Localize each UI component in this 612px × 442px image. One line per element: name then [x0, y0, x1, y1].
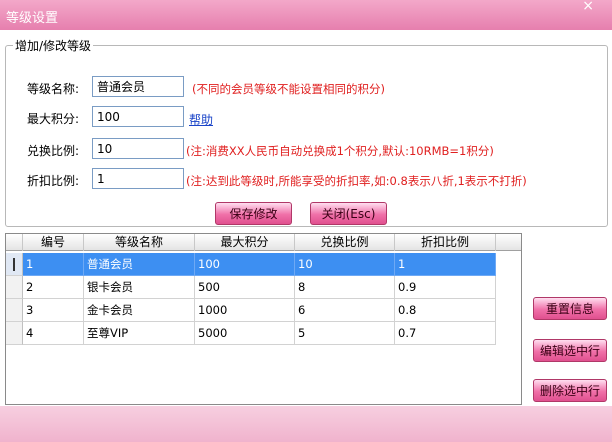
save-button[interactable]: 保存修改	[215, 202, 292, 225]
column-header-max-points[interactable]: 最大积分	[195, 234, 295, 251]
delete-selected-row-button[interactable]: 删除选中行	[533, 379, 607, 402]
column-header-id[interactable]: 编号	[23, 234, 84, 251]
level-name-label: 等级名称:	[27, 82, 80, 96]
cell-name[interactable]: 至尊VIP	[84, 322, 195, 345]
row-header[interactable]	[6, 299, 23, 322]
reset-info-button[interactable]: 重置信息	[533, 297, 607, 320]
main-content: 增加/修改等级 等级名称: (不同的会员等级不能设置相同的积分) 最大积分: 帮…	[0, 30, 612, 406]
exchange-ratio-hint: (注:消费XX人民币自动兑换成1个积分,默认:10RMB=1积分)	[186, 144, 494, 158]
cell-id[interactable]: 3	[23, 299, 84, 322]
cell-name[interactable]: 金卡会员	[84, 299, 195, 322]
edit-selected-row-button[interactable]: 编辑选中行	[533, 339, 607, 362]
row-header-corner	[6, 234, 23, 251]
table-row[interactable]: 1 普通会员 100 10 1	[6, 253, 521, 276]
title-bar: 等级设置 ×	[0, 0, 612, 30]
cell-discount-ratio[interactable]: 0.9	[395, 276, 496, 299]
help-link[interactable]: 帮助	[189, 111, 213, 128]
level-table[interactable]: 编号 等级名称 最大积分 兑换比例 折扣比例 1 普通会员 100 10 1 2…	[5, 233, 522, 405]
column-header-discount-ratio[interactable]: 折扣比例	[395, 234, 496, 251]
column-header-name[interactable]: 等级名称	[84, 234, 195, 251]
cell-exchange-ratio[interactable]: 6	[295, 299, 395, 322]
row-header[interactable]	[6, 276, 23, 299]
row-header[interactable]	[6, 322, 23, 345]
max-points-input[interactable]	[92, 106, 184, 127]
edit-level-group: 增加/修改等级 等级名称: (不同的会员等级不能设置相同的积分) 最大积分: 帮…	[5, 37, 608, 227]
column-header-exchange-ratio[interactable]: 兑换比例	[295, 234, 395, 251]
discount-ratio-input[interactable]	[92, 168, 184, 189]
close-button[interactable]: 关闭(Esc)	[310, 202, 387, 225]
discount-ratio-label: 折扣比例:	[27, 174, 80, 188]
cell-exchange-ratio[interactable]: 8	[295, 276, 395, 299]
cell-max-points[interactable]: 5000	[195, 322, 295, 345]
table-row[interactable]: 4 至尊VIP 5000 5 0.7	[6, 322, 521, 345]
window-title: 等级设置	[6, 11, 59, 26]
cell-id[interactable]: 2	[23, 276, 84, 299]
bottom-bar	[0, 406, 612, 442]
row-header[interactable]	[6, 253, 23, 276]
cell-discount-ratio[interactable]: 0.8	[395, 299, 496, 322]
cell-max-points[interactable]: 500	[195, 276, 295, 299]
cell-discount-ratio[interactable]: 0.7	[395, 322, 496, 345]
discount-ratio-hint: (注:达到此等级时,所能享受的折扣率,如:0.8表示八折,1表示不打折)	[186, 174, 527, 188]
cell-exchange-ratio[interactable]: 10	[295, 253, 395, 276]
cell-id[interactable]: 4	[23, 322, 84, 345]
table-row[interactable]: 2 银卡会员 500 8 0.9	[6, 276, 521, 299]
exchange-ratio-label: 兑换比例:	[27, 144, 80, 158]
edit-caret-icon	[13, 258, 15, 271]
cell-max-points[interactable]: 100	[195, 253, 295, 276]
cell-id[interactable]: 1	[23, 253, 84, 276]
close-icon[interactable]: ×	[582, 0, 594, 14]
cell-name[interactable]: 普通会员	[84, 253, 195, 276]
level-name-input[interactable]	[92, 76, 184, 97]
group-legend: 增加/修改等级	[15, 39, 92, 53]
table-row[interactable]: 3 金卡会员 1000 6 0.8	[6, 299, 521, 322]
cell-max-points[interactable]: 1000	[195, 299, 295, 322]
cell-discount-ratio[interactable]: 1	[395, 253, 496, 276]
exchange-ratio-input[interactable]	[92, 138, 184, 159]
cell-exchange-ratio[interactable]: 5	[295, 322, 395, 345]
cell-name[interactable]: 银卡会员	[84, 276, 195, 299]
table-header: 编号 等级名称 最大积分 兑换比例 折扣比例	[6, 234, 521, 251]
max-points-label: 最大积分:	[27, 112, 80, 126]
level-name-hint: (不同的会员等级不能设置相同的积分)	[192, 82, 385, 96]
